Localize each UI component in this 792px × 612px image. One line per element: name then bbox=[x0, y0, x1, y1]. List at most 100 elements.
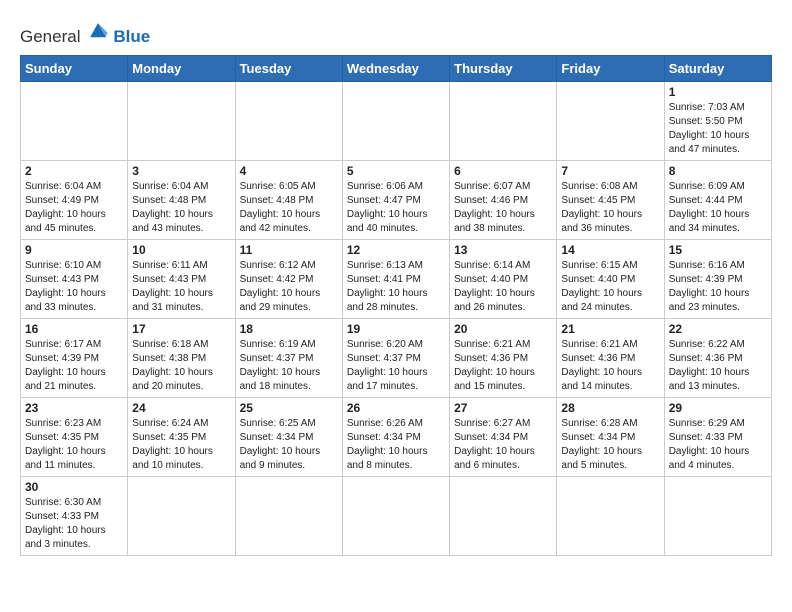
day-number: 10 bbox=[132, 243, 230, 257]
logo: General Blue bbox=[20, 20, 150, 47]
calendar-cell: 14Sunrise: 6:15 AM Sunset: 4:40 PM Dayli… bbox=[557, 240, 664, 319]
day-number: 25 bbox=[240, 401, 338, 415]
calendar-cell: 5 Sunrise: 6:06 AM Sunset: 4:47 PM Daylig… bbox=[342, 161, 449, 240]
calendar-cell bbox=[235, 82, 342, 161]
day-info: Sunrise: 6:06 AM Sunset: 4:47 PM Dayligh… bbox=[347, 180, 445, 236]
calendar-cell: 23 Sunrise: 6:23 AM Sunset: 4:35 PM Dayli… bbox=[21, 398, 128, 477]
weekday-header-monday: Monday bbox=[128, 56, 235, 82]
day-number: 30 bbox=[25, 480, 123, 494]
day-number: 20 bbox=[454, 322, 552, 336]
day-info: Sunrise: 6:09 AM Sunset: 4:44 PM Dayligh… bbox=[669, 180, 767, 236]
calendar-cell bbox=[664, 477, 771, 556]
calendar-week-row: 1 Sunrise: 7:03 AM Sunset: 5:50 PM Daylig… bbox=[21, 82, 772, 161]
calendar-week-row: 2 Sunrise: 6:04 AM Sunset: 4:49 PM Daylig… bbox=[21, 161, 772, 240]
calendar-cell bbox=[557, 477, 664, 556]
weekday-header-thursday: Thursday bbox=[450, 56, 557, 82]
calendar-cell: 17 Sunrise: 6:18 AM Sunset: 4:38 PM Dayli… bbox=[128, 319, 235, 398]
calendar-cell: 11Sunrise: 6:12 AM Sunset: 4:42 PM Dayli… bbox=[235, 240, 342, 319]
day-info: Sunrise: 6:05 AM Sunset: 4:48 PM Dayligh… bbox=[240, 180, 338, 236]
calendar-cell: 6Sunrise: 6:07 AM Sunset: 4:46 PM Daylig… bbox=[450, 161, 557, 240]
day-info: Sunrise: 6:30 AM Sunset: 4:33 PM Dayligh… bbox=[25, 496, 123, 552]
calendar-cell: 24 Sunrise: 6:24 AM Sunset: 4:35 PM Dayli… bbox=[128, 398, 235, 477]
calendar-cell: 18Sunrise: 6:19 AM Sunset: 4:37 PM Dayli… bbox=[235, 319, 342, 398]
day-info: Sunrise: 7:03 AM Sunset: 5:50 PM Dayligh… bbox=[669, 101, 767, 157]
day-info: Sunrise: 6:13 AM Sunset: 4:41 PM Dayligh… bbox=[347, 259, 445, 315]
day-info: Sunrise: 6:11 AM Sunset: 4:43 PM Dayligh… bbox=[132, 259, 230, 315]
weekday-header-tuesday: Tuesday bbox=[235, 56, 342, 82]
calendar-cell: 2 Sunrise: 6:04 AM Sunset: 4:49 PM Daylig… bbox=[21, 161, 128, 240]
day-info: Sunrise: 6:21 AM Sunset: 4:36 PM Dayligh… bbox=[561, 338, 659, 394]
calendar-cell: 16Sunrise: 6:17 AM Sunset: 4:39 PM Dayli… bbox=[21, 319, 128, 398]
calendar-cell bbox=[128, 477, 235, 556]
calendar-cell: 13 Sunrise: 6:14 AM Sunset: 4:40 PM Dayli… bbox=[450, 240, 557, 319]
calendar-cell: 26 Sunrise: 6:26 AM Sunset: 4:34 PM Dayli… bbox=[342, 398, 449, 477]
calendar-cell: 7 Sunrise: 6:08 AM Sunset: 4:45 PM Daylig… bbox=[557, 161, 664, 240]
day-number: 29 bbox=[669, 401, 767, 415]
day-info: Sunrise: 6:07 AM Sunset: 4:46 PM Dayligh… bbox=[454, 180, 552, 236]
day-number: 5 bbox=[347, 164, 445, 178]
day-number: 21 bbox=[561, 322, 659, 336]
calendar-cell: 4 Sunrise: 6:05 AM Sunset: 4:48 PM Daylig… bbox=[235, 161, 342, 240]
weekday-header-wednesday: Wednesday bbox=[342, 56, 449, 82]
calendar-table: SundayMondayTuesdayWednesdayThursdayFrid… bbox=[20, 55, 772, 556]
calendar-cell bbox=[342, 477, 449, 556]
generalblue-icon bbox=[87, 20, 109, 42]
calendar-cell: 12 Sunrise: 6:13 AM Sunset: 4:41 PM Dayli… bbox=[342, 240, 449, 319]
calendar-cell: 8 Sunrise: 6:09 AM Sunset: 4:44 PM Daylig… bbox=[664, 161, 771, 240]
calendar-cell bbox=[557, 82, 664, 161]
day-info: Sunrise: 6:14 AM Sunset: 4:40 PM Dayligh… bbox=[454, 259, 552, 315]
calendar-cell: 19Sunrise: 6:20 AM Sunset: 4:37 PM Dayli… bbox=[342, 319, 449, 398]
calendar-cell: 3Sunrise: 6:04 AM Sunset: 4:48 PM Daylig… bbox=[128, 161, 235, 240]
day-number: 27 bbox=[454, 401, 552, 415]
calendar-cell: 30 Sunrise: 6:30 AM Sunset: 4:33 PM Dayli… bbox=[21, 477, 128, 556]
day-number: 9 bbox=[25, 243, 123, 257]
calendar-week-row: 9Sunrise: 6:10 AM Sunset: 4:43 PM Daylig… bbox=[21, 240, 772, 319]
day-info: Sunrise: 6:25 AM Sunset: 4:34 PM Dayligh… bbox=[240, 417, 338, 473]
weekday-header-friday: Friday bbox=[557, 56, 664, 82]
day-number: 2 bbox=[25, 164, 123, 178]
day-number: 4 bbox=[240, 164, 338, 178]
day-info: Sunrise: 6:18 AM Sunset: 4:38 PM Dayligh… bbox=[132, 338, 230, 394]
calendar-week-row: 30 Sunrise: 6:30 AM Sunset: 4:33 PM Dayli… bbox=[21, 477, 772, 556]
day-number: 22 bbox=[669, 322, 767, 336]
day-info: Sunrise: 6:22 AM Sunset: 4:36 PM Dayligh… bbox=[669, 338, 767, 394]
day-info: Sunrise: 6:27 AM Sunset: 4:34 PM Dayligh… bbox=[454, 417, 552, 473]
calendar-cell: 22 Sunrise: 6:22 AM Sunset: 4:36 PM Dayli… bbox=[664, 319, 771, 398]
calendar-cell: 21 Sunrise: 6:21 AM Sunset: 4:36 PM Dayli… bbox=[557, 319, 664, 398]
day-info: Sunrise: 6:28 AM Sunset: 4:34 PM Dayligh… bbox=[561, 417, 659, 473]
calendar-cell bbox=[21, 82, 128, 161]
day-number: 13 bbox=[454, 243, 552, 257]
calendar-week-row: 23 Sunrise: 6:23 AM Sunset: 4:35 PM Dayli… bbox=[21, 398, 772, 477]
day-number: 26 bbox=[347, 401, 445, 415]
day-info: Sunrise: 6:15 AM Sunset: 4:40 PM Dayligh… bbox=[561, 259, 659, 315]
weekday-header-row: SundayMondayTuesdayWednesdayThursdayFrid… bbox=[21, 56, 772, 82]
day-number: 3 bbox=[132, 164, 230, 178]
calendar-cell: 9Sunrise: 6:10 AM Sunset: 4:43 PM Daylig… bbox=[21, 240, 128, 319]
day-info: Sunrise: 6:17 AM Sunset: 4:39 PM Dayligh… bbox=[25, 338, 123, 394]
day-number: 17 bbox=[132, 322, 230, 336]
day-info: Sunrise: 6:29 AM Sunset: 4:33 PM Dayligh… bbox=[669, 417, 767, 473]
day-number: 12 bbox=[347, 243, 445, 257]
day-info: Sunrise: 6:20 AM Sunset: 4:37 PM Dayligh… bbox=[347, 338, 445, 394]
day-number: 7 bbox=[561, 164, 659, 178]
day-number: 1 bbox=[669, 85, 767, 99]
calendar-cell bbox=[342, 82, 449, 161]
day-number: 8 bbox=[669, 164, 767, 178]
day-number: 28 bbox=[561, 401, 659, 415]
day-info: Sunrise: 6:08 AM Sunset: 4:45 PM Dayligh… bbox=[561, 180, 659, 236]
day-number: 24 bbox=[132, 401, 230, 415]
calendar-cell bbox=[235, 477, 342, 556]
day-number: 18 bbox=[240, 322, 338, 336]
weekday-header-sunday: Sunday bbox=[21, 56, 128, 82]
calendar-cell: 20 Sunrise: 6:21 AM Sunset: 4:36 PM Dayli… bbox=[450, 319, 557, 398]
day-info: Sunrise: 6:04 AM Sunset: 4:49 PM Dayligh… bbox=[25, 180, 123, 236]
day-info: Sunrise: 6:24 AM Sunset: 4:35 PM Dayligh… bbox=[132, 417, 230, 473]
page: General Blue SundayMondayTuesdayWednesda… bbox=[0, 0, 792, 572]
calendar-cell bbox=[128, 82, 235, 161]
calendar-cell bbox=[450, 477, 557, 556]
day-info: Sunrise: 6:26 AM Sunset: 4:34 PM Dayligh… bbox=[347, 417, 445, 473]
day-info: Sunrise: 6:23 AM Sunset: 4:35 PM Dayligh… bbox=[25, 417, 123, 473]
day-number: 15 bbox=[669, 243, 767, 257]
day-info: Sunrise: 6:21 AM Sunset: 4:36 PM Dayligh… bbox=[454, 338, 552, 394]
day-number: 23 bbox=[25, 401, 123, 415]
